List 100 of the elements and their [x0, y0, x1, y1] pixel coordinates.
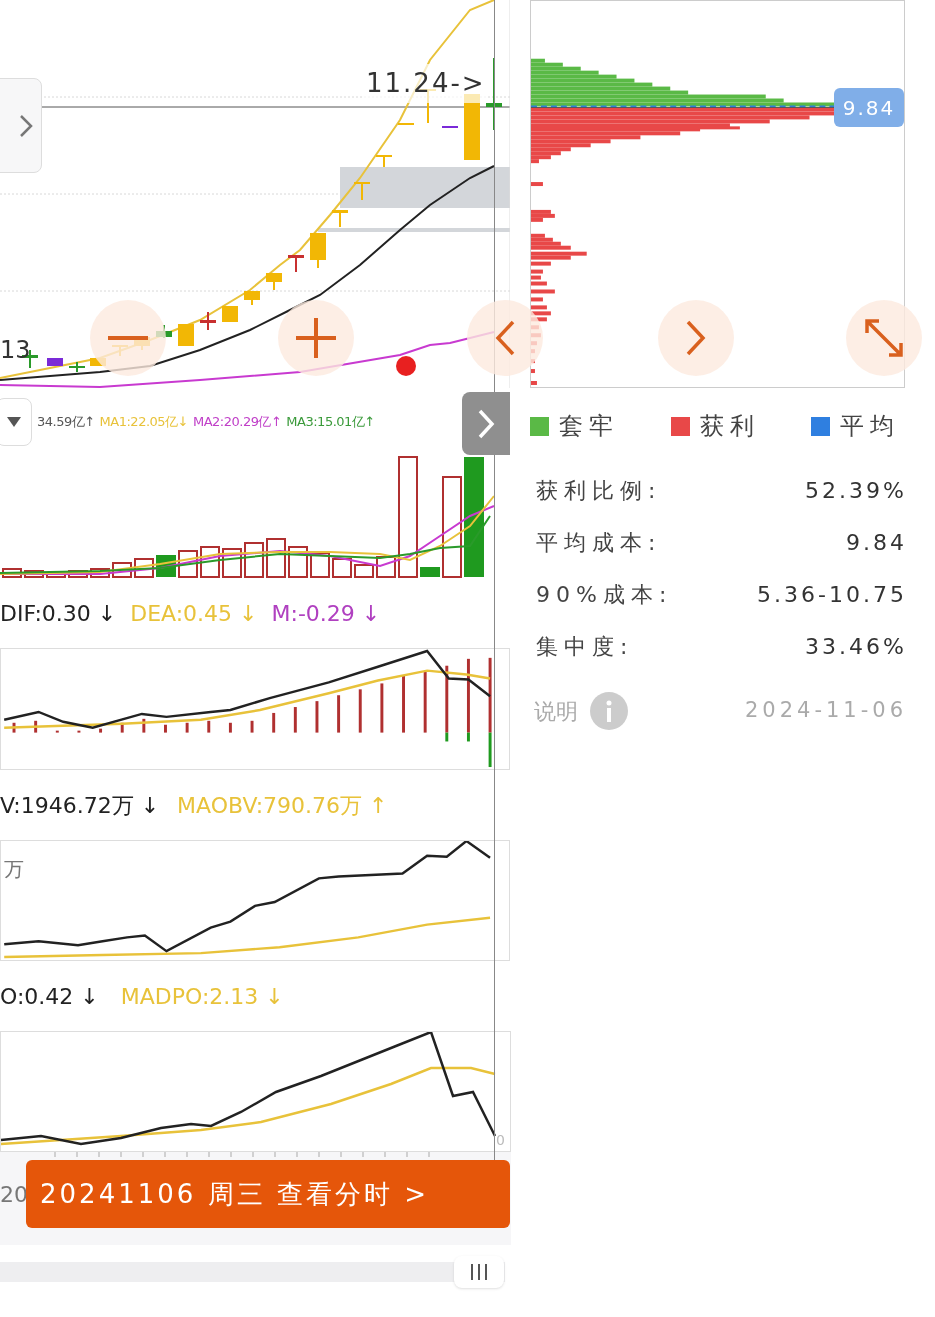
stat-label: 获利比例:: [536, 476, 662, 505]
volume-bar: [24, 570, 44, 578]
legend-label: 套牢: [559, 411, 619, 442]
histogram-bar: [380, 683, 384, 733]
chevron-right-icon: [477, 408, 495, 439]
candlestick: [398, 122, 414, 126]
histogram-bar: [337, 695, 341, 733]
average-price-badge: 9.84: [834, 88, 904, 127]
histogram-bar: [164, 724, 167, 733]
minus-icon: [108, 336, 148, 340]
indicator-value: M:-0.29 ↓: [271, 599, 381, 628]
volume-bar: [354, 564, 374, 578]
histogram-bar: [185, 722, 189, 733]
histogram-bar: [34, 720, 38, 733]
indicator-value: 34.59亿↑: [37, 413, 95, 432]
candlestick: [69, 361, 85, 373]
histogram-bar: [120, 722, 124, 733]
caret-down-icon: [7, 417, 21, 427]
indicator-value: V:1946.72万 ↓: [0, 791, 160, 820]
histogram-bar: [99, 728, 103, 733]
indicator-value: MAOBV:790.76万 ↑: [177, 791, 388, 820]
volume-bar: [68, 570, 88, 578]
zoom-out-button[interactable]: [90, 300, 166, 376]
volume-bar: [288, 546, 308, 578]
stat-value: 9.84: [846, 528, 907, 557]
legend-label: 获利: [699, 411, 760, 442]
indicator-value: DIF:0.30 ↓: [0, 599, 117, 628]
volume-bar: [2, 568, 22, 578]
indicator-value: MA1:22.05亿↓: [99, 413, 188, 432]
candlestick: [442, 125, 458, 129]
stat-label: 平均成本:: [536, 528, 662, 557]
indicator-value: MA2:20.29亿↑: [193, 413, 282, 432]
volume-bar: [200, 546, 220, 578]
candlestick: [376, 154, 392, 168]
volume-bar: [134, 558, 154, 578]
chip-bar: [531, 369, 535, 374]
price-label: 13: [0, 338, 31, 362]
volume-bar: [420, 567, 440, 577]
stat-value: 52.39%: [805, 476, 907, 505]
histogram-bar: [55, 730, 59, 733]
volume-bar: [90, 568, 110, 578]
chevron-right-icon: [19, 113, 33, 138]
intraday-button[interactable]: 20241106 周三 查看分时 >: [26, 1160, 510, 1228]
stat-label: 集中度:: [536, 632, 634, 661]
unit-label: 万: [4, 856, 24, 883]
chip-bar: [531, 297, 543, 302]
histogram-bar: [12, 722, 16, 733]
help-label: 说明: [534, 697, 578, 726]
indicator-value: O:0.42 ↓: [0, 982, 99, 1011]
axis-label: 0: [496, 1133, 505, 1150]
candlestick: [200, 311, 216, 331]
chip-bar: [531, 289, 555, 294]
indicator-value: MA3:15.01亿↑: [286, 413, 375, 432]
candlestick: [47, 357, 63, 367]
histogram-bar: [315, 701, 319, 733]
histogram-bar: [250, 720, 254, 733]
collapse-button[interactable]: [462, 392, 510, 455]
candlestick: [332, 209, 348, 228]
indicator-value: MADPO:2.13 ↓: [120, 982, 284, 1011]
histogram-bar: [207, 720, 211, 733]
candlestick: [354, 181, 370, 201]
chip-bar: [531, 182, 543, 187]
plus-icon: [296, 318, 336, 358]
candlestick: [310, 232, 326, 269]
histogram-bar: [293, 707, 297, 733]
volume-bar: [310, 552, 330, 578]
volume-bar: [178, 550, 198, 578]
volume-bar: [222, 548, 242, 578]
histogram-bar: [402, 675, 405, 733]
scrollbar-thumb[interactable]: [454, 1256, 504, 1288]
dropdown-button[interactable]: [0, 398, 32, 446]
date-label: 2024-11-06: [744, 697, 907, 725]
candlestick: [266, 272, 282, 291]
stat-value: 5.36-10.75: [757, 580, 907, 609]
volume-bar: [244, 542, 264, 578]
candlestick: [244, 290, 260, 306]
expand-icon: [865, 319, 903, 357]
date-label: 20: [0, 1180, 26, 1209]
histogram-bar: [142, 718, 146, 733]
volume-bar: [332, 558, 352, 578]
histogram-bar: [358, 689, 362, 733]
chevron-left-icon: [495, 320, 515, 356]
legend-label: 平均: [840, 411, 900, 442]
chevron-right-icon: [686, 320, 706, 356]
candlestick: [288, 254, 304, 273]
candlestick: [222, 305, 238, 323]
stat-label: 90%成本:: [536, 580, 673, 609]
grip-icon: [470, 1264, 488, 1280]
indicator-value: DEA:0.45 ↓: [130, 599, 258, 628]
chip-bar: [531, 381, 537, 385]
histogram-bar: [228, 722, 232, 733]
histogram-bar: [77, 730, 81, 733]
candlestick: [178, 323, 194, 347]
volume-bar: [266, 538, 286, 578]
stat-value: 33.46%: [805, 632, 907, 661]
volume-bar: [112, 562, 132, 578]
histogram-bar: [272, 712, 276, 733]
histogram-bar: [423, 671, 427, 733]
price-label: 11.24->: [364, 64, 488, 103]
volume-bar: [46, 572, 66, 578]
